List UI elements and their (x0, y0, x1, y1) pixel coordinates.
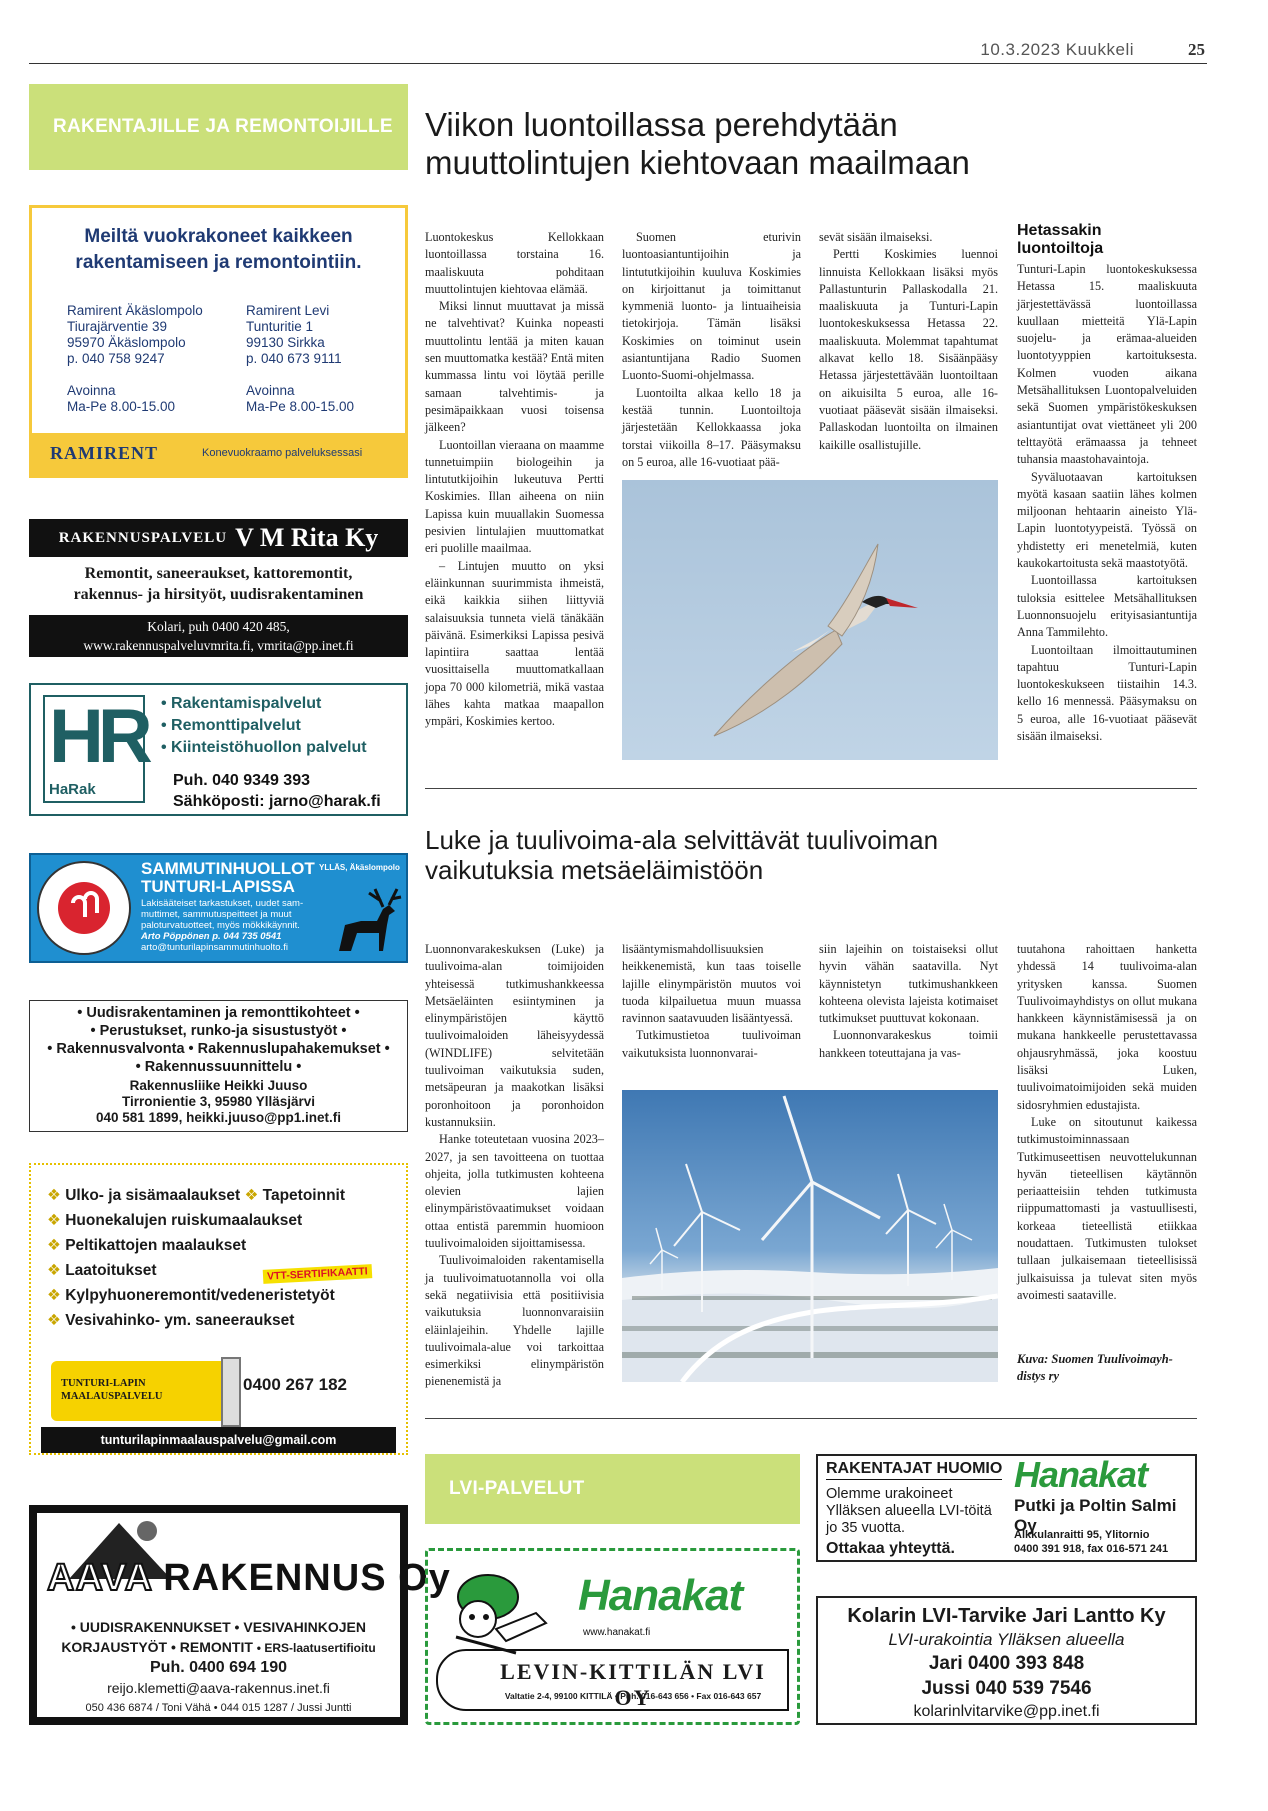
salmi-title: RAKENTAJAT HUOMIO (826, 1460, 1003, 1480)
kolari-sub: LVI-urakointia Ylläksen alueella (888, 1630, 1125, 1649)
vmrita-contact: Kolari, puh 0400 420 485, www.rakennuspal… (29, 615, 408, 657)
kolari-phone-jussi: Jussi 040 539 7546 (921, 1678, 1092, 1699)
article1-column-3: sevät sisään ilmaiseksi. Pertti Koskimie… (819, 230, 998, 452)
ad-vmrita[interactable]: Rakennuspalvelu V M Rita Ky Remontit, sa… (29, 519, 408, 657)
ad-juuso[interactable]: • Uudisrakentaminen ja remonttikohteet •… (29, 1000, 408, 1132)
maalaus-services: ❖ Ulko- ja sisämaalaukset ❖ Tapetoinnit … (47, 1187, 346, 1329)
aava-logo: AAVA RAKENNUS Oy (46, 1556, 451, 1600)
ad-harak[interactable]: HR HaRak • Rakentamispalvelut • Remonttip… (29, 683, 408, 816)
article2-column-1: Luonnonvarakeskuksen (Luke) ja tuulivoim… (425, 942, 604, 1389)
aava-services: • UUDISRAKENNUKSET • VESIVAHINKOJEN KORJ… (61, 1619, 376, 1714)
article2-column-2: lisääntymismahdollisuuksien heikkenemist… (622, 942, 801, 1060)
salmi-text: Olemme urakoineet Ylläksen alueella LVI-t… (826, 1486, 992, 1557)
page-number: 25 (1188, 40, 1205, 59)
tern-silhouette-icon (713, 543, 918, 737)
ramirent-logo: RAMIRENT (50, 443, 159, 463)
article-divider-2 (425, 1418, 1197, 1419)
ramirent-footer: RAMIRENT Konevuokraamo palveluksessasi (32, 433, 405, 475)
header-rule (29, 63, 1207, 64)
arctic-tern-photo (622, 480, 998, 760)
ad-aava[interactable]: AAVA RAKENNUS Oy • UUDISRAKENNUKSET • VE… (29, 1505, 450, 1725)
reindeer-icon (339, 888, 402, 951)
levikittila-name: Levin-Kittilän LVI Oy (500, 1659, 766, 1710)
sammutin-desc: Lakisääteiset tarkastukset, uudet sam-mu… (141, 898, 304, 953)
article1-column-1: Luontokeskus Kellokkaan luontoillassa to… (425, 230, 604, 729)
harak-logo: HR HaRak (43, 694, 153, 803)
harak-contact: Puh. 040 9349 393 Sähköposti: jarno@harak… (173, 772, 381, 810)
juuso-contact: Rakennusliike Heikki Juuso Tirronientie 3… (95, 1078, 342, 1125)
ramirent-slogan: Konevuokraamo palveluksessasi (202, 447, 363, 459)
ramirent-location-a: Ramirent Äkäslompolo Tiurajärventie 39 959… (67, 303, 203, 414)
article2-title: Luke ja tuulivoima-ala selvittävät tuuli… (425, 825, 939, 885)
ad-sammutin[interactable]: SAMMUTINHUOLLOT YLLÄS, Äkäslompolo TUNTU… (29, 853, 408, 963)
sammutin-logo-icon (37, 861, 131, 955)
ramirent-headline-2: rakentamiseen ja remontointiin. (75, 252, 362, 273)
kolari-phone-jari: Jari 0400 393 848 (928, 1653, 1085, 1674)
article1-column-2: Suomen eturivin luontoasiantuntijoihin j… (622, 230, 801, 469)
sammutin-location: YLLÄS, Äkäslompolo (319, 863, 400, 872)
juuso-services: • Uudisrakentaminen ja remonttikohteet •… (47, 1005, 390, 1075)
ad-maalaus[interactable]: ❖ Ulko- ja sisämaalaukset ❖ Tapetoinnit … (29, 1163, 408, 1455)
article2-column-3: siin lajeihin on toistaiseksi ollut hyvi… (819, 942, 998, 1060)
sammutin-title-1: SAMMUTINHUOLLOT (141, 859, 315, 878)
wind-turbines-icon (622, 1095, 998, 1382)
hanakat-web: www.hanakat.fi (583, 1627, 651, 1638)
vmrita-services: Remontit, saneeraukset, kattoremontit, ra… (73, 565, 364, 603)
article1-sidebar: Hetassakin luontoiltoja Tunturi-Lapin luo… (1017, 222, 1197, 744)
kolari-name: Kolarin LVI-Tarvike Jari Lantto Ky (847, 1605, 1166, 1627)
maalaus-name-2: MAALAUSPALVELU (61, 1391, 163, 1402)
maalaus-phone: 0400 267 182 (243, 1375, 347, 1394)
article1-title: Viikon luontoillassa perehdytään muuttoli… (425, 106, 970, 181)
harak-services: • Rakentamispalvelut • Remonttipalvelut • … (161, 695, 367, 756)
article-divider (425, 788, 1197, 789)
wind-farm-photo (622, 1090, 998, 1382)
roller-handle-icon (221, 1357, 241, 1427)
plumber-mascot-icon (455, 1574, 548, 1655)
sidebar-heading: Hetassakin luontoiltoja (1017, 222, 1104, 257)
section-band-lvi: LVI-PALVELUT (425, 1454, 800, 1524)
ramirent-location-b: Ramirent Levi Tunturitie 1 99130 Sirkka p. … (246, 303, 355, 414)
levikittila-address: Valtatie 2-4, 99100 KITTILÄ • Puh. 016-6… (504, 1691, 762, 1701)
paint-roller-icon: TUNTURI-LAPIN MAALAUSPALVELU (51, 1361, 221, 1421)
pipe-banner: Levin-Kittilän LVI Oy Valtatie 2-4, 9910… (436, 1649, 789, 1711)
section-band-builders: RAKENTAJILLE JA REMONTOIJILLE (29, 84, 408, 170)
vmrita-title: Rakennuspalvelu V M Rita Ky (29, 519, 408, 557)
ad-levikittila[interactable]: Hanakat www.hanakat.fi Levin-Kittilän LV… (425, 1548, 800, 1725)
paper-date: 10.3.2023 Kuukkeli (980, 40, 1134, 59)
ad-ramirent[interactable]: Meiltä vuokrakoneet kaikkeen rakentamise… (29, 205, 408, 478)
hanakat-logo: Hanakat (578, 1571, 743, 1620)
ad-kolari[interactable]: Kolarin LVI-Tarvike Jari Lantto Ky LVI-u… (816, 1596, 1197, 1725)
salmi-contact: Alkkulanraitti 95, Ylitornio 0400 391 918… (1014, 1529, 1169, 1555)
salmi-logo: Hanakat (1014, 1454, 1148, 1495)
maalaus-name-1: TUNTURI-LAPIN (61, 1378, 146, 1389)
page-header: 10.3.2023 Kuukkeli 25 (0, 0, 1268, 70)
maalaus-email: tunturilapinmaalauspalvelu@gmail.com (41, 1427, 396, 1453)
ad-salmi[interactable]: RAKENTAJAT HUOMIO Olemme urakoineet Ylläk… (816, 1454, 1197, 1562)
sammutin-title-2: TUNTURI-LAPISSA (141, 877, 295, 896)
photo-caption: Kuva: Suomen Tuulivoimayh-distys ry (1017, 1352, 1173, 1383)
kolari-email: kolarinlvitarvike@pp.inet.fi (913, 1703, 1100, 1720)
article2-sidebar: tuutahona rahoittaen hanketta yhdessä 14… (1017, 942, 1197, 1302)
ramirent-headline-1: Meiltä vuokrakoneet kaikkeen (84, 226, 353, 247)
